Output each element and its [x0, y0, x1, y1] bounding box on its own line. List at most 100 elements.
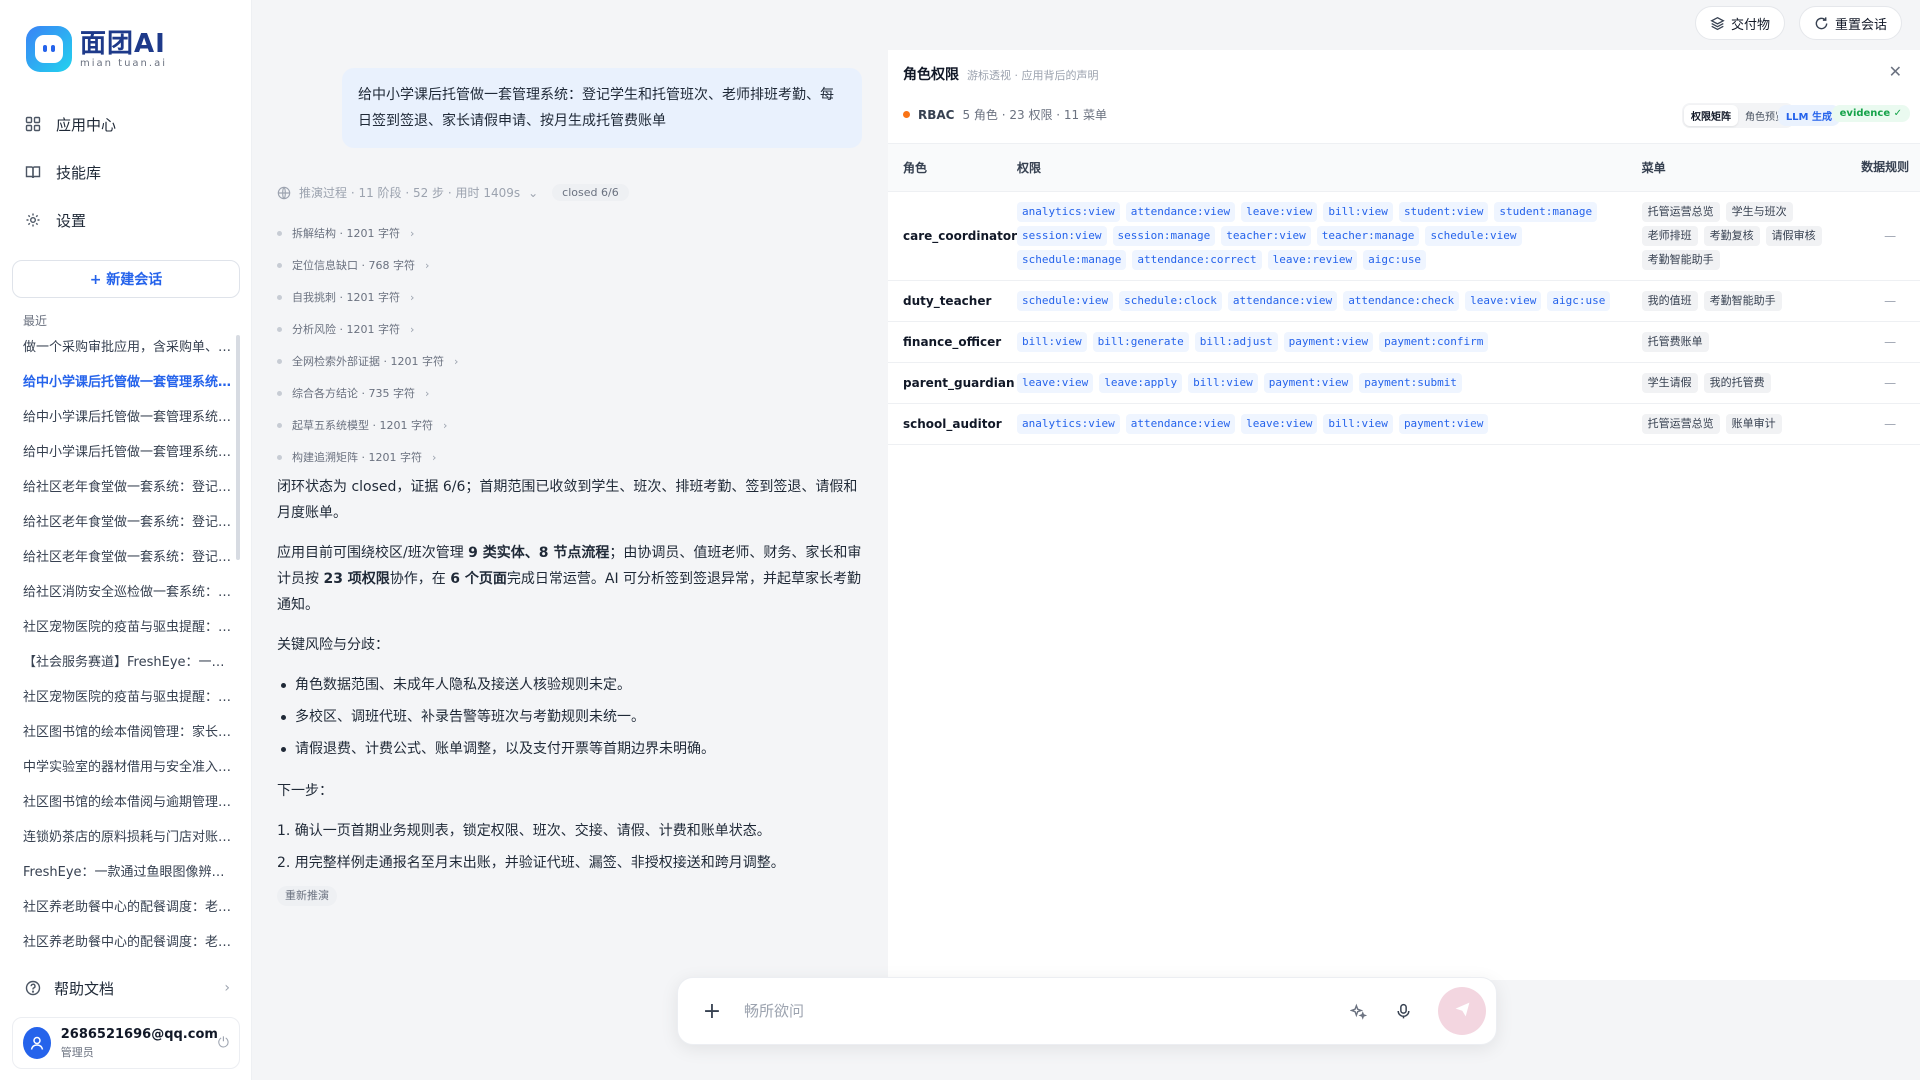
permission-chip: leave:apply — [1099, 373, 1183, 393]
chevron-right-icon: › — [431, 450, 437, 464]
help-docs-link[interactable]: 帮助文档 › — [12, 970, 240, 1006]
history-item[interactable]: 给社区消防安全巡检做一套系统：登记巡检点位 — [12, 575, 234, 610]
new-chat-button[interactable]: + 新建会话 — [12, 260, 240, 298]
next-step-item: 1. 确认一页首期业务规则表，锁定权限、班次、交接、请假、计费和账单状态。 — [277, 823, 771, 839]
history-item[interactable]: 中学实验室的器材借用与安全准入：登记器材 — [12, 750, 234, 785]
permission-chip: leave:view — [1241, 202, 1318, 222]
rbac-label: RBAC — [918, 107, 955, 122]
permission-chip: payment:view — [1263, 373, 1354, 393]
history-item[interactable]: 连锁奶茶店的原料损耗与门店对账：登记原料 — [12, 820, 234, 855]
history-item[interactable]: 给中小学课后托管做一套管理系统：登记学生和托管班次 — [12, 435, 234, 470]
nav-item-settings[interactable]: 设置 — [12, 196, 240, 244]
logout-icon[interactable]: ⏻ — [218, 1035, 229, 1051]
tab-permission-matrix[interactable]: 权限矩阵 — [1684, 105, 1738, 126]
menu-chip: 学生请假 — [1641, 373, 1698, 393]
permission-chip: leave:review — [1267, 250, 1358, 270]
user-card[interactable]: 2686521696@qq.com 管理员 ⏻ — [12, 1017, 240, 1069]
reasoning-step[interactable]: 构建追溯矩阵 · 1201 字符 › — [277, 441, 458, 473]
permission-chip: payment:confirm — [1379, 332, 1489, 352]
reasoning-step[interactable]: 起草五系统模型 · 1201 字符 › — [277, 409, 458, 441]
globe-icon — [277, 186, 291, 200]
add-attachment-button[interactable]: + — [700, 999, 724, 1024]
permission-rows: care_coordinator analytics:view attendance… — [888, 191, 1920, 445]
history-item[interactable]: 社区宠物医院的疫苗与驱虫提醒：建立宠物档案 — [12, 610, 234, 645]
sidebar: 面团AI mian tuan.ai 应用中心 技能库 设置 + 新建会话 最近 … — [0, 0, 252, 1080]
step-label: 自我挑刺 · 1201 字符 — [292, 291, 400, 304]
step-label: 构建追溯矩阵 · 1201 字符 — [292, 451, 422, 464]
menu-chip: 考勤复核 — [1703, 226, 1760, 246]
reset-session-button[interactable]: 重置会话 — [1799, 6, 1903, 40]
permission-chip: leave:view — [1465, 291, 1542, 311]
reasoning-step[interactable]: 自我挑刺 · 1201 字符 › — [277, 281, 458, 313]
reasoning-step[interactable]: 拆解结构 · 1201 字符 › — [277, 217, 458, 249]
history-item-active[interactable]: 给中小学课后托管做一套管理系统：登记学生和托管班次 — [12, 365, 234, 400]
data-rule-cell: — — [1860, 321, 1920, 363]
history-item[interactable]: 社区图书馆的绘本借阅管理：家长预约绘本 — [12, 715, 234, 750]
history-item[interactable]: 社区宠物医院的疫苗与驱虫提醒：建立宠物档案 — [12, 680, 234, 715]
table-row: care_coordinator analytics:view attendance… — [888, 191, 1920, 281]
menu-chip: 老师排班 — [1641, 226, 1698, 246]
reasoning-step[interactable]: 定位信息缺口 · 768 字符 › — [277, 249, 458, 281]
chevron-right-icon: › — [424, 258, 430, 272]
permission-matrix-table: 角色 权限 菜单 数据规则 care_coordinator analytics:… — [888, 143, 1920, 445]
permission-chip: payment:view — [1283, 332, 1374, 352]
recent-label: 最近 — [23, 314, 48, 328]
llm-generated-badge: LLM 生成 — [1777, 105, 1840, 126]
history-item[interactable]: 社区养老助餐中心的配餐调度：老人订餐 — [12, 925, 234, 955]
nav-item-skills[interactable]: 技能库 — [12, 148, 240, 196]
chevron-right-icon: › — [442, 418, 448, 432]
reasoning-step[interactable]: 全网检索外部证据 · 1201 字符 › — [277, 345, 458, 377]
deliverables-button[interactable]: 交付物 — [1695, 6, 1786, 40]
history-item[interactable]: 【社会服务赛道】FreshEye：一款通过鱼眼图像辨别 — [12, 645, 234, 680]
logo-icon — [26, 26, 72, 72]
rerun-button[interactable]: 重新推演 — [277, 886, 337, 906]
permission-chip: aigc:use — [1547, 291, 1611, 311]
app-logo[interactable]: 面团AI mian tuan.ai — [26, 26, 167, 72]
avatar — [23, 1027, 51, 1059]
permission-chip: schedule:clock — [1119, 291, 1222, 311]
permission-chip: student:manage — [1494, 202, 1598, 222]
permission-chip: attendance:view — [1125, 202, 1236, 222]
data-rule-cell: — — [1860, 362, 1920, 404]
nav-item-app-center[interactable]: 应用中心 — [12, 100, 240, 148]
history-item[interactable]: FreshEye：一款通过鱼眼图像辨别水产新鲜度 — [12, 855, 234, 890]
permission-chip: bill:view — [1017, 332, 1087, 352]
user-message-bubble: 给中小学课后托管做一套管理系统：登记学生和托管班次、老师排班考勤、每日签到签退、… — [342, 68, 862, 148]
history-item[interactable]: 给社区老年食堂做一套系统：登记就餐老人和餐次 — [12, 540, 234, 575]
history-scrollbar[interactable] — [236, 335, 240, 560]
next-heading: 下一步： — [277, 783, 333, 799]
history-item[interactable]: 社区图书馆的绘本借阅与逾期管理：登记读者 — [12, 785, 234, 820]
history-item[interactable]: 给社区老年食堂做一套系统：登记就餐老人和餐次 — [12, 470, 234, 505]
close-icon[interactable]: ✕ — [1889, 62, 1902, 81]
chevron-right-icon: › — [424, 386, 430, 400]
chevron-down-icon: ⌄ — [528, 185, 539, 200]
history-item[interactable]: 社区养老助餐中心的配餐调度：老人订餐 — [12, 890, 234, 925]
chevron-right-icon: › — [409, 226, 415, 240]
history-item[interactable]: 做一个采购审批应用，含采购单、经理审批和财务确认 — [12, 330, 234, 365]
history-item[interactable]: 给中小学课后托管做一套管理系统：登记学生和托管班次 — [12, 400, 234, 435]
assistant-answer: 闭环状态为 closed，证据 6/6；首期范围已收敛到学生、班次、排班考勤、签… — [277, 474, 867, 908]
microphone-icon[interactable] — [1395, 1003, 1412, 1020]
permission-chip: bill:view — [1188, 373, 1258, 393]
permission-chip: schedule:view — [1017, 291, 1114, 311]
menu-chip: 考勤智能助手 — [1703, 291, 1782, 311]
permission-chip: schedule:manage — [1017, 250, 1127, 270]
help-label: 帮助文档 — [54, 979, 115, 998]
reasoning-toggle[interactable]: 推演过程 · 11 阶段 · 52 步 · 用时 1409s ⌄ closed … — [277, 184, 629, 201]
role-permissions-panel: 角色权限 游标透视 · 应用背后的声明 ✕ RBAC 5 角色 · 23 权限 … — [888, 50, 1920, 980]
permission-chip: attendance:correct — [1132, 250, 1262, 270]
chevron-right-icon: › — [409, 322, 415, 336]
message-composer: + — [677, 977, 1497, 1045]
permission-chip: leave:view — [1241, 414, 1318, 434]
table-row: duty_teacher schedule:view schedule:clock a… — [888, 280, 1920, 322]
reasoning-step[interactable]: 分析风险 · 1201 字符 › — [277, 313, 458, 345]
message-input[interactable] — [744, 1002, 1336, 1020]
permission-chip: bill:adjust — [1194, 332, 1278, 352]
role-name: parent_guardian — [903, 376, 1015, 390]
send-button[interactable] — [1438, 987, 1486, 1035]
history-item[interactable]: 给社区老年食堂做一套系统：登记就餐老人和餐次 — [12, 505, 234, 540]
sparkle-icon[interactable] — [1350, 1003, 1367, 1020]
step-label: 拆解结构 · 1201 字符 — [292, 227, 400, 240]
reasoning-step[interactable]: 综合各方结论 · 735 字符 › — [277, 377, 458, 409]
table-row: parent_guardian leave:view leave:apply bill… — [888, 362, 1920, 404]
